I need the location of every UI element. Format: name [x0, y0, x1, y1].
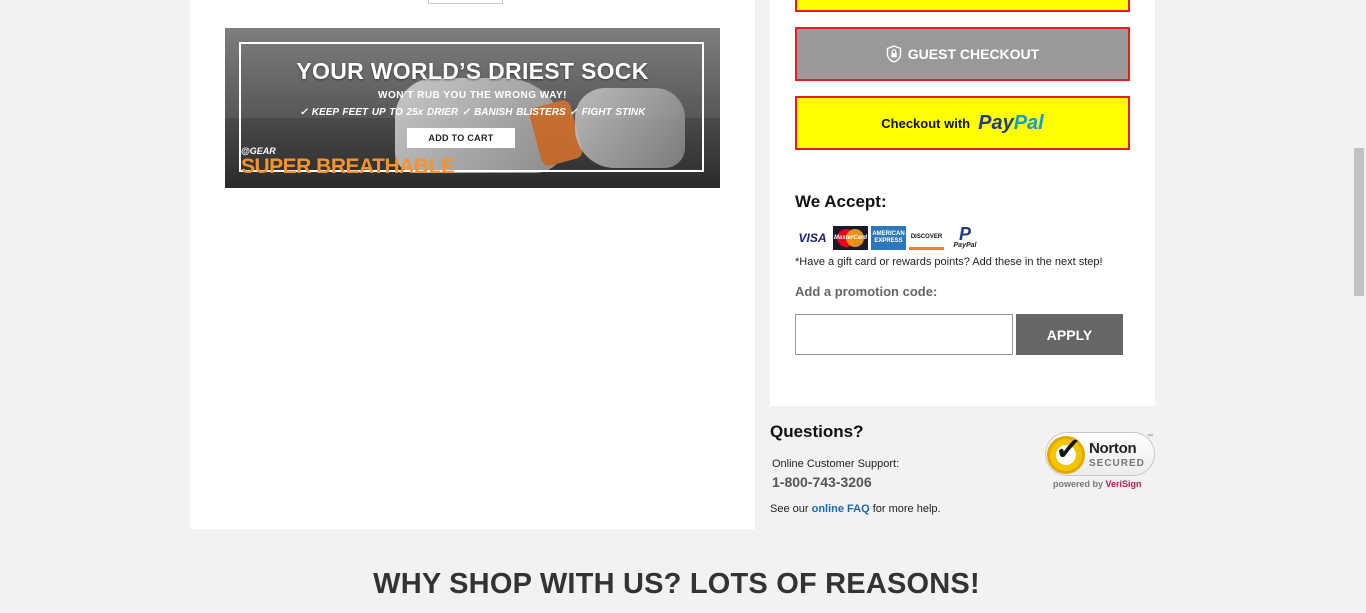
banner-subheadline: WON’T RUB YOU THE WRONG WAY!: [378, 90, 567, 101]
checkout-button[interactable]: [795, 0, 1130, 12]
scrollbar[interactable]: [1353, 0, 1366, 613]
paypal-checkout-button[interactable]: Checkout with PayPal: [795, 96, 1130, 150]
promo-banner[interactable]: YOUR WORLD’S DRIEST SOCK WON’T RUB YOU T…: [225, 28, 720, 188]
payment-methods: VISA MasterCard AMERICAN EXPRESS DISCOVE…: [795, 225, 983, 250]
banner-headline: YOUR WORLD’S DRIEST SOCK: [296, 58, 649, 84]
promo-code-input[interactable]: [795, 314, 1013, 355]
banner-benefits: ✓ KEEP FEET UP TO 25x DRIER ✓ BANISH BLI…: [299, 107, 646, 118]
promo-code-label: Add a promotion code:: [795, 284, 938, 299]
faq-line: See our online FAQ for more help.: [770, 503, 941, 515]
we-accept-title: We Accept:: [795, 192, 887, 211]
paypal-logo: PayPal: [978, 111, 1044, 134]
norton-name: Norton: [1089, 440, 1137, 457]
why-shop-heading: WHY SHOP WITH US? LOTS OF REASONS!: [373, 568, 980, 600]
apply-promo-button[interactable]: APPLY: [1016, 314, 1123, 355]
quantity-field-edge[interactable]: [428, 0, 503, 4]
mastercard-icon: MasterCard: [833, 226, 868, 250]
order-summary-panel: GUEST CHECKOUT Checkout with PayPal We A…: [770, 0, 1155, 406]
discover-icon: DISCOVER: [909, 226, 944, 250]
amex-icon: AMERICAN EXPRESS: [871, 226, 906, 250]
cart-items-panel: YOUR WORLD’S DRIEST SOCK WON’T RUB YOU T…: [190, 0, 755, 529]
lock-shield-icon: [886, 45, 902, 63]
guest-checkout-label: GUEST CHECKOUT: [907, 46, 1040, 62]
support-label: Online Customer Support:: [772, 458, 900, 470]
paypal-checkout-label: Checkout with: [881, 115, 971, 131]
visa-icon: VISA: [795, 226, 830, 250]
add-to-cart-button[interactable]: ADD TO CART: [407, 128, 515, 148]
paypal-icon: P PayPal: [947, 225, 983, 250]
scrollbar-thumb[interactable]: [1354, 148, 1364, 296]
questions-heading: Questions?: [770, 422, 864, 441]
powered-by-verisign: powered by VeriSign: [1053, 479, 1142, 489]
norton-secured-badge[interactable]: ✓ Norton ™ SECURED powered by VeriSign: [1045, 430, 1157, 492]
guest-checkout-button[interactable]: GUEST CHECKOUT: [795, 27, 1130, 81]
banner-brand-title: SUPER BREATHABLE: [241, 155, 455, 178]
support-phone[interactable]: 1-800-743-3206: [772, 474, 872, 490]
norton-secured-text: SECURED: [1089, 458, 1145, 469]
gift-card-note: *Have a gift card or rewards points? Add…: [795, 256, 1103, 268]
online-faq-link[interactable]: online FAQ: [812, 503, 870, 515]
